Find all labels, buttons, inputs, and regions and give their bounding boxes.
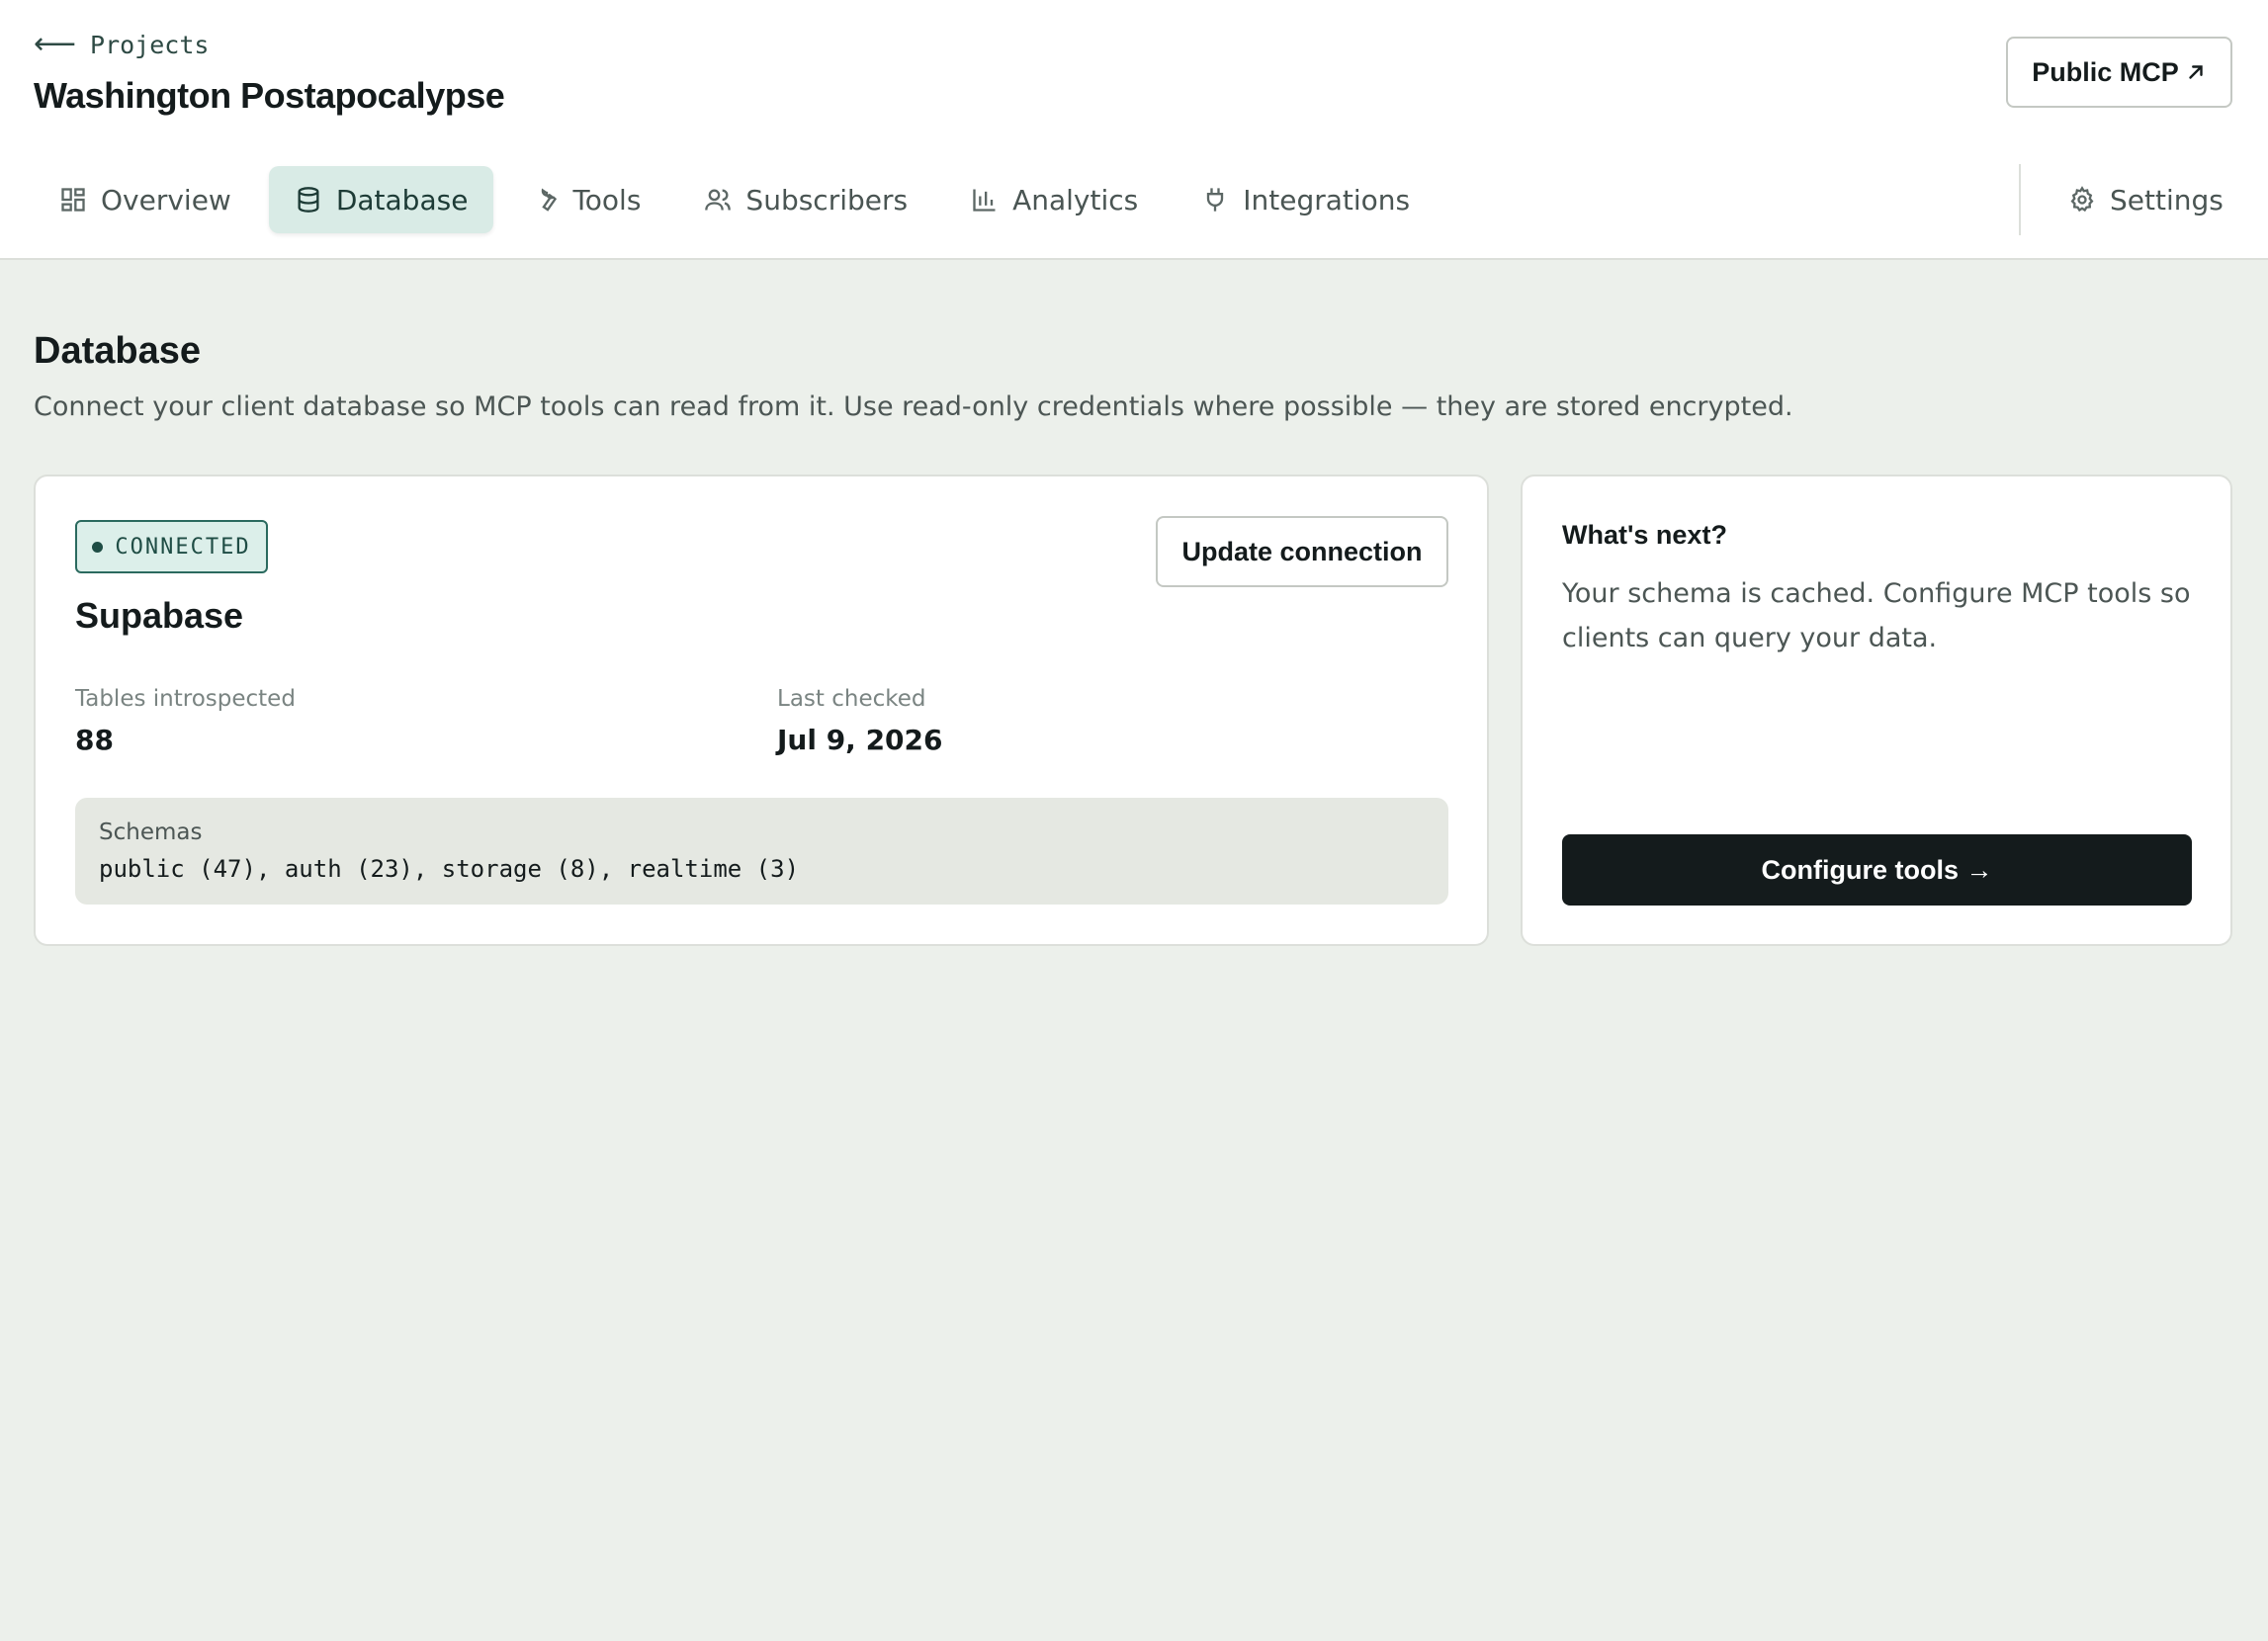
last-checked-label: Last checked: [777, 686, 926, 712]
public-mcp-button[interactable]: Public MCP: [2006, 37, 2232, 108]
database-icon: [298, 187, 319, 213]
public-mcp-label: Public MCP: [2032, 56, 2179, 87]
nav-divider: [2019, 164, 2021, 235]
tab-analytics[interactable]: Analytics: [945, 166, 1164, 233]
tab-integrations[interactable]: Integrations: [1176, 166, 1436, 233]
arrow-up-right-icon: [2189, 65, 2203, 79]
tab-label: Integrations: [1243, 183, 1411, 216]
provider-name: Supabase: [75, 595, 244, 636]
grid-icon: [61, 188, 85, 212]
bar-chart-icon: [973, 189, 996, 212]
connection-card: CONNECTED Supabase Update connection Tab…: [34, 475, 1489, 946]
top-header: ⟵ Projects Washington Postapocalypse Pub…: [0, 0, 2268, 260]
last-checked-value: Jul 9, 2026: [777, 724, 943, 756]
status-dot-icon: [92, 541, 104, 553]
plug-icon: [1207, 188, 1224, 212]
whats-next-title: What's next?: [1562, 520, 1727, 550]
tab-label: Subscribers: [745, 183, 909, 216]
tab-label: Database: [335, 183, 469, 216]
whats-next-card: What's next? Your schema is cached. Conf…: [1521, 475, 2232, 946]
tab-overview[interactable]: Overview: [34, 166, 257, 233]
gear-icon: [2070, 186, 2094, 213]
tab-label: Overview: [101, 183, 231, 216]
schemas-label: Schemas: [99, 820, 203, 845]
wrench-icon: [542, 188, 558, 212]
back-link-label: Projects: [90, 30, 210, 59]
arrow-left-icon: ⟵: [34, 27, 77, 61]
users-icon: [705, 189, 732, 211]
page-description: Connect your client database so MCP tool…: [34, 391, 1793, 422]
update-connection-button[interactable]: Update connection: [1156, 516, 1448, 587]
tab-subscribers[interactable]: Subscribers: [678, 166, 933, 233]
back-to-projects-link[interactable]: ⟵ Projects: [34, 30, 209, 59]
tab-label: Tools: [572, 183, 642, 216]
settings-label: Settings: [2110, 183, 2224, 216]
whats-next-body: Your schema is cached. Configure MCP too…: [1562, 578, 2191, 653]
page-title: Database: [34, 330, 201, 372]
tab-database[interactable]: Database: [268, 166, 494, 233]
project-nav-tabs: Overview Database Tools Subscribers Anal…: [34, 166, 1436, 233]
tables-introspected-value: 88: [75, 724, 114, 756]
configure-tools-button[interactable]: Configure tools →: [1562, 834, 2192, 906]
schemas-value: public (47), auth (23), storage (8), rea…: [99, 855, 800, 883]
tab-label: Analytics: [1012, 183, 1139, 216]
project-title: Washington Postapocalypse: [34, 75, 505, 116]
schemas-box: Schemas public (47), auth (23), storage …: [75, 798, 1448, 905]
tab-tools[interactable]: Tools: [505, 166, 666, 233]
status-badge: CONNECTED: [75, 520, 268, 573]
tables-introspected-label: Tables introspected: [75, 686, 296, 712]
status-label: CONNECTED: [115, 534, 251, 560]
tab-settings[interactable]: Settings: [2043, 166, 2249, 233]
